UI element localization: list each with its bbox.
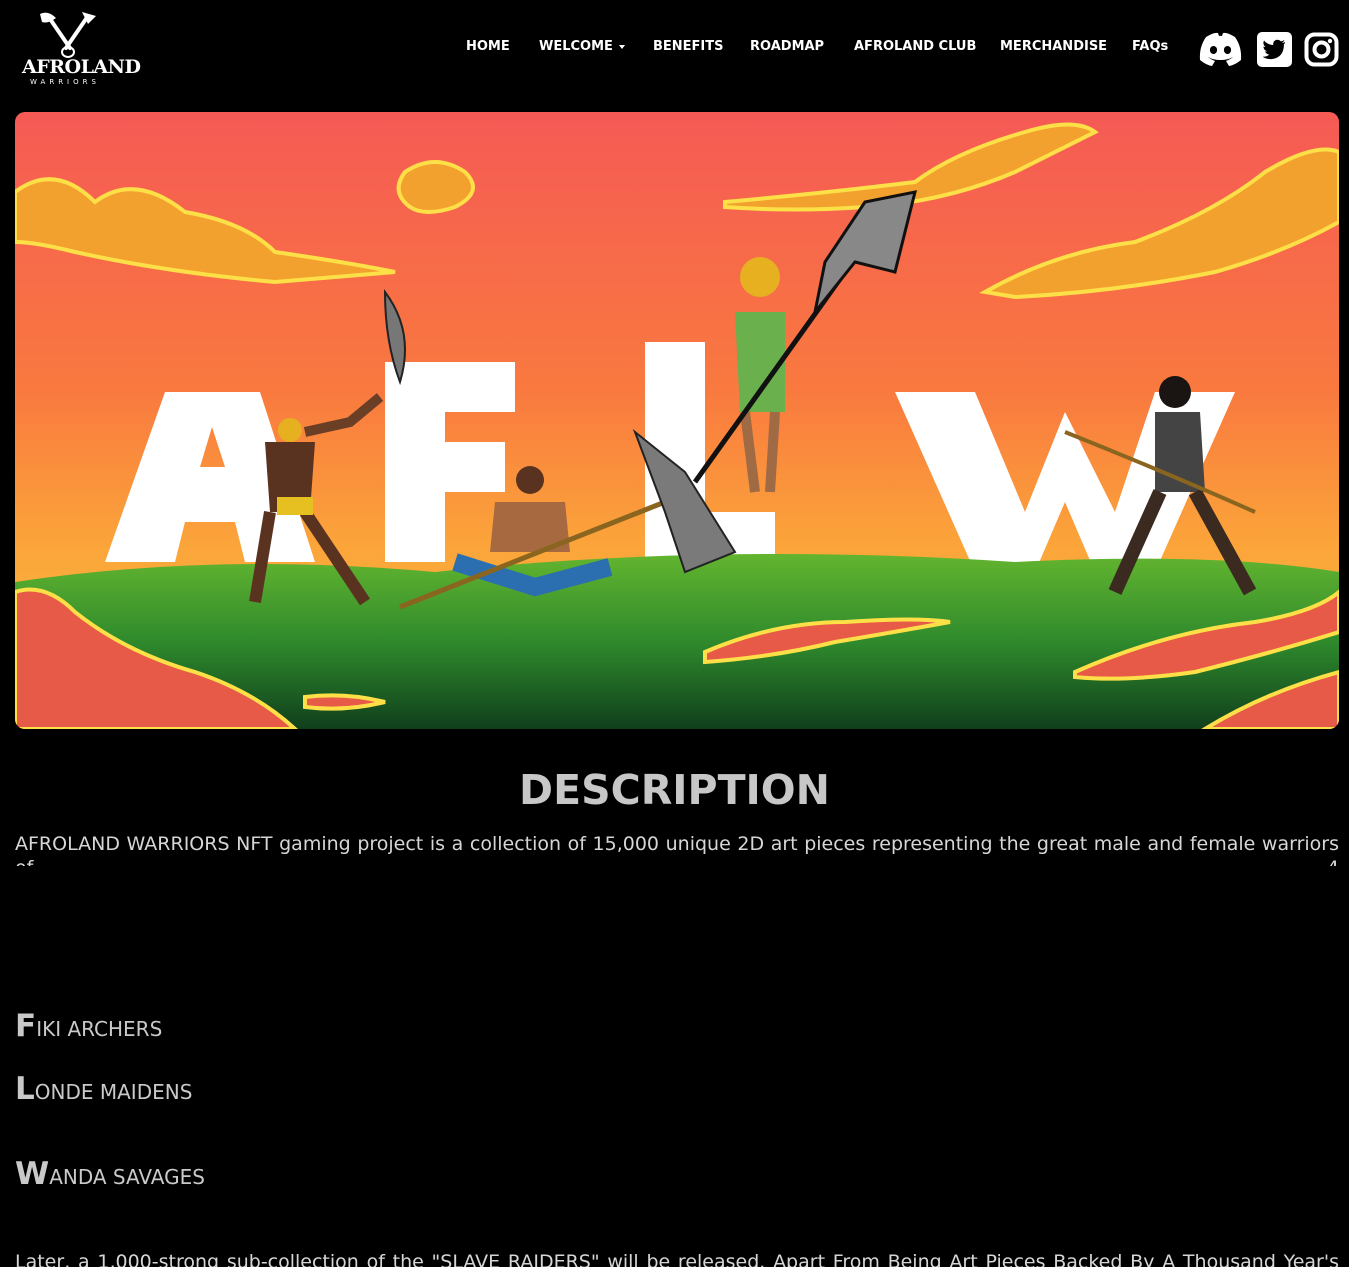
tribe-initial: W	[15, 1156, 50, 1192]
nav-welcome-label: WELCOME	[539, 39, 613, 54]
discord-icon[interactable]	[1198, 31, 1243, 67]
nav-welcome[interactable]: WELCOME	[539, 39, 625, 54]
tribe-name: ONDE MAIDENS	[34, 1080, 193, 1104]
nav-benefits[interactable]: BENEFITS	[653, 39, 724, 54]
tribe-londe-maidens: LONDE MAIDENS	[15, 1071, 192, 1107]
tribe-initial: L	[15, 1071, 35, 1107]
hero-banner	[15, 112, 1339, 729]
nav-merchandise[interactable]: MERCHANDISE	[1000, 39, 1107, 54]
nav-afroland-club[interactable]: AFROLAND CLUB	[854, 39, 976, 54]
nav-roadmap[interactable]: ROADMAP	[750, 39, 824, 54]
tribe-initial: F	[15, 1008, 37, 1044]
twitter-icon[interactable]	[1257, 32, 1292, 67]
sub-collection-text: Later, a 1,000-strong sub-collection of …	[15, 1251, 1339, 1267]
logo-wordmark: AFROLAND	[22, 56, 141, 78]
chevron-down-icon	[618, 44, 625, 49]
nav-home[interactable]: HOME	[466, 39, 510, 54]
logo-subtitle: WARRIORS	[30, 78, 100, 86]
instagram-icon[interactable]	[1304, 32, 1339, 67]
tribe-fiki-archers: FIKI ARCHERS	[15, 1008, 162, 1044]
tribe-name: ANDA SAVAGES	[49, 1165, 205, 1189]
nav-faqs[interactable]: FAQs	[1132, 39, 1168, 54]
description-text: AFROLAND WARRIORS NFT gaming project is …	[15, 833, 1339, 866]
crossed-weapons-icon	[40, 12, 96, 58]
tribe-name: IKI ARCHERS	[36, 1017, 163, 1041]
tribe-wanda-savages: WANDA SAVAGES	[15, 1156, 205, 1192]
site-header: AFROLAND WARRIORS HOME WELCOME BENEFITS …	[0, 0, 1349, 100]
hero-illustration	[15, 112, 1339, 729]
afroland-logo[interactable]: AFROLAND WARRIORS	[18, 10, 141, 90]
description-heading: DESCRIPTION	[519, 766, 830, 814]
